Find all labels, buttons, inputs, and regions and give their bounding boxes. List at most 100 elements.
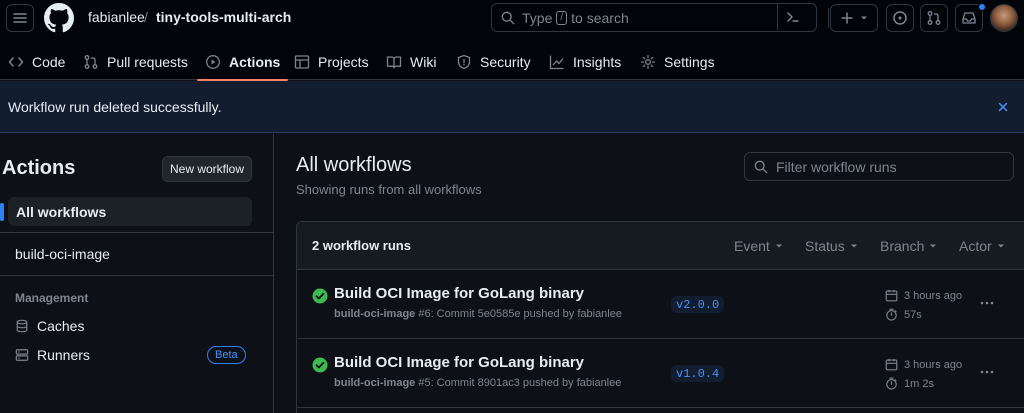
- run-workflow-name: build-oci-image: [334, 308, 416, 320]
- event-filter-dropdown[interactable]: Event: [734, 238, 784, 254]
- filter-workflow-runs-input[interactable]: Filter workflow runs: [744, 152, 1014, 181]
- menu-button[interactable]: [6, 4, 34, 32]
- sidebar-divider: [0, 275, 274, 276]
- tab-actions[interactable]: Actions: [196, 44, 289, 81]
- gear-icon: [640, 54, 656, 70]
- workflow-runs-list: 2 workflow runs Event Status Branch Acto…: [296, 221, 1024, 413]
- shield-icon: [457, 54, 471, 70]
- tab-label: Code: [32, 54, 66, 70]
- sidebar-divider: [0, 232, 274, 233]
- workflow-run-row[interactable]: Build OCI Image for GoLang binary build-…: [297, 340, 1024, 408]
- workflow-run-row[interactable]: Build OCI Image for GoLang binary build-…: [297, 271, 1024, 339]
- repo-name-link[interactable]: tiny-tools-multi-arch: [156, 9, 291, 25]
- calendar-icon: [885, 289, 898, 302]
- table-icon: [294, 55, 310, 69]
- sidebar-item-label: Caches: [37, 318, 85, 334]
- caret-down-icon: [850, 244, 857, 248]
- sidebar-item-caches[interactable]: Caches: [15, 318, 84, 334]
- kebab-horizontal-icon: [980, 370, 994, 374]
- tab-code[interactable]: Code: [8, 44, 65, 80]
- hamburger-icon: [13, 13, 27, 23]
- new-workflow-button[interactable]: New workflow: [162, 156, 252, 182]
- caret-down-icon: [861, 16, 867, 20]
- run-actions-menu[interactable]: [979, 295, 995, 311]
- actions-sidebar: Actions New workflow All workflows build…: [0, 134, 274, 413]
- run-title-link[interactable]: Build OCI Image for GoLang binary: [334, 285, 584, 302]
- actor-filter-dropdown[interactable]: Actor: [959, 238, 1006, 254]
- tab-insights[interactable]: Insights: [549, 44, 621, 80]
- play-icon: [206, 55, 220, 69]
- run-time-text: 3 hours ago: [904, 289, 963, 302]
- tab-pull-requests[interactable]: Pull requests: [83, 44, 188, 80]
- page-subtitle: Showing runs from all workflows: [296, 182, 482, 197]
- repo-nav: Code Pull requests Actions Projects Wiki…: [0, 44, 1024, 81]
- graph-icon: [549, 55, 564, 70]
- github-logo-icon[interactable]: [44, 3, 74, 33]
- sidebar-item-build-oci-image[interactable]: build-oci-image: [15, 246, 110, 262]
- tab-projects[interactable]: Projects: [294, 44, 369, 80]
- branch-label[interactable]: v1.0.4: [671, 365, 725, 382]
- beta-badge: Beta: [207, 346, 246, 364]
- check-circle-success-icon: [312, 288, 328, 304]
- plus-icon: [841, 12, 853, 24]
- run-detail: #5: Commit 8901ac3 pushed by fabianlee: [415, 377, 622, 389]
- search-suffix: to search: [571, 9, 629, 26]
- run-duration-text: 57s: [904, 308, 922, 321]
- tab-settings[interactable]: Settings: [640, 44, 715, 80]
- tab-security[interactable]: Security: [456, 44, 531, 80]
- close-flash-button[interactable]: [996, 100, 1010, 114]
- user-avatar[interactable]: [990, 4, 1018, 32]
- run-title-link[interactable]: Build OCI Image for GoLang binary: [334, 354, 584, 371]
- command-palette-button[interactable]: [777, 4, 807, 30]
- tab-wiki[interactable]: Wiki: [386, 44, 436, 80]
- status-filter-dropdown[interactable]: Status: [805, 238, 859, 254]
- tab-label: Actions: [229, 54, 281, 70]
- stopwatch-icon: [886, 308, 897, 321]
- notification-indicator: [978, 3, 986, 11]
- stopwatch-icon: [886, 377, 897, 390]
- tab-label: Wiki: [410, 54, 437, 70]
- terminal-icon: [786, 12, 799, 22]
- run-time-text: 3 hours ago: [904, 358, 963, 371]
- caret-down-icon: [997, 244, 1004, 248]
- sidebar-item-runners[interactable]: Runners: [15, 347, 90, 363]
- pull-requests-button[interactable]: [920, 4, 948, 32]
- branch-label[interactable]: v2.0.0: [671, 296, 725, 313]
- check-circle-success-icon: [312, 357, 328, 373]
- sidebar-title: Actions: [2, 157, 76, 179]
- tab-label: Security: [480, 54, 531, 70]
- inbox-icon: [962, 12, 976, 24]
- app-header: fabianlee / tiny-tools-multi-arch Type /…: [0, 0, 1024, 81]
- issue-opened-icon: [893, 11, 907, 25]
- book-icon: [386, 56, 402, 69]
- global-bar: fabianlee / tiny-tools-multi-arch Type /…: [0, 0, 1024, 36]
- tab-label: Pull requests: [107, 54, 188, 70]
- runs-list-header: 2 workflow runs Event Status Branch Acto…: [297, 222, 1024, 270]
- search-prefix: Type: [522, 9, 553, 26]
- flash-text: Workflow run deleted successfully.: [8, 99, 222, 115]
- branch-filter-dropdown[interactable]: Branch: [880, 238, 938, 254]
- global-search-input[interactable]: Type / to search: [491, 3, 817, 32]
- run-timestamp: 3 hours ago: [885, 358, 962, 371]
- code-icon: [8, 57, 24, 67]
- caret-down-icon: [930, 244, 937, 248]
- run-actions-menu[interactable]: [979, 364, 995, 380]
- search-shortcut-key: /: [556, 10, 568, 25]
- dropdown-label: Actor: [959, 238, 992, 254]
- sidebar-item-all-workflows[interactable]: All workflows: [0, 197, 252, 226]
- header-divider: [828, 8, 829, 28]
- dropdown-label: Branch: [880, 238, 925, 254]
- dropdown-label: Event: [734, 238, 770, 254]
- runs-count: 2 workflow runs: [312, 238, 411, 253]
- run-duration-text: 1m 2s: [904, 377, 934, 390]
- pull-request-icon: [84, 55, 98, 69]
- create-new-button[interactable]: [830, 4, 878, 32]
- repo-owner-link[interactable]: fabianlee: [88, 9, 145, 25]
- repo-separator: /: [144, 9, 148, 25]
- filter-placeholder: Filter workflow runs: [776, 158, 897, 175]
- database-icon: [16, 319, 28, 333]
- caret-down-icon: [775, 244, 782, 248]
- calendar-icon: [885, 358, 898, 371]
- run-workflow-name: build-oci-image: [334, 377, 416, 389]
- issues-button[interactable]: [886, 4, 914, 32]
